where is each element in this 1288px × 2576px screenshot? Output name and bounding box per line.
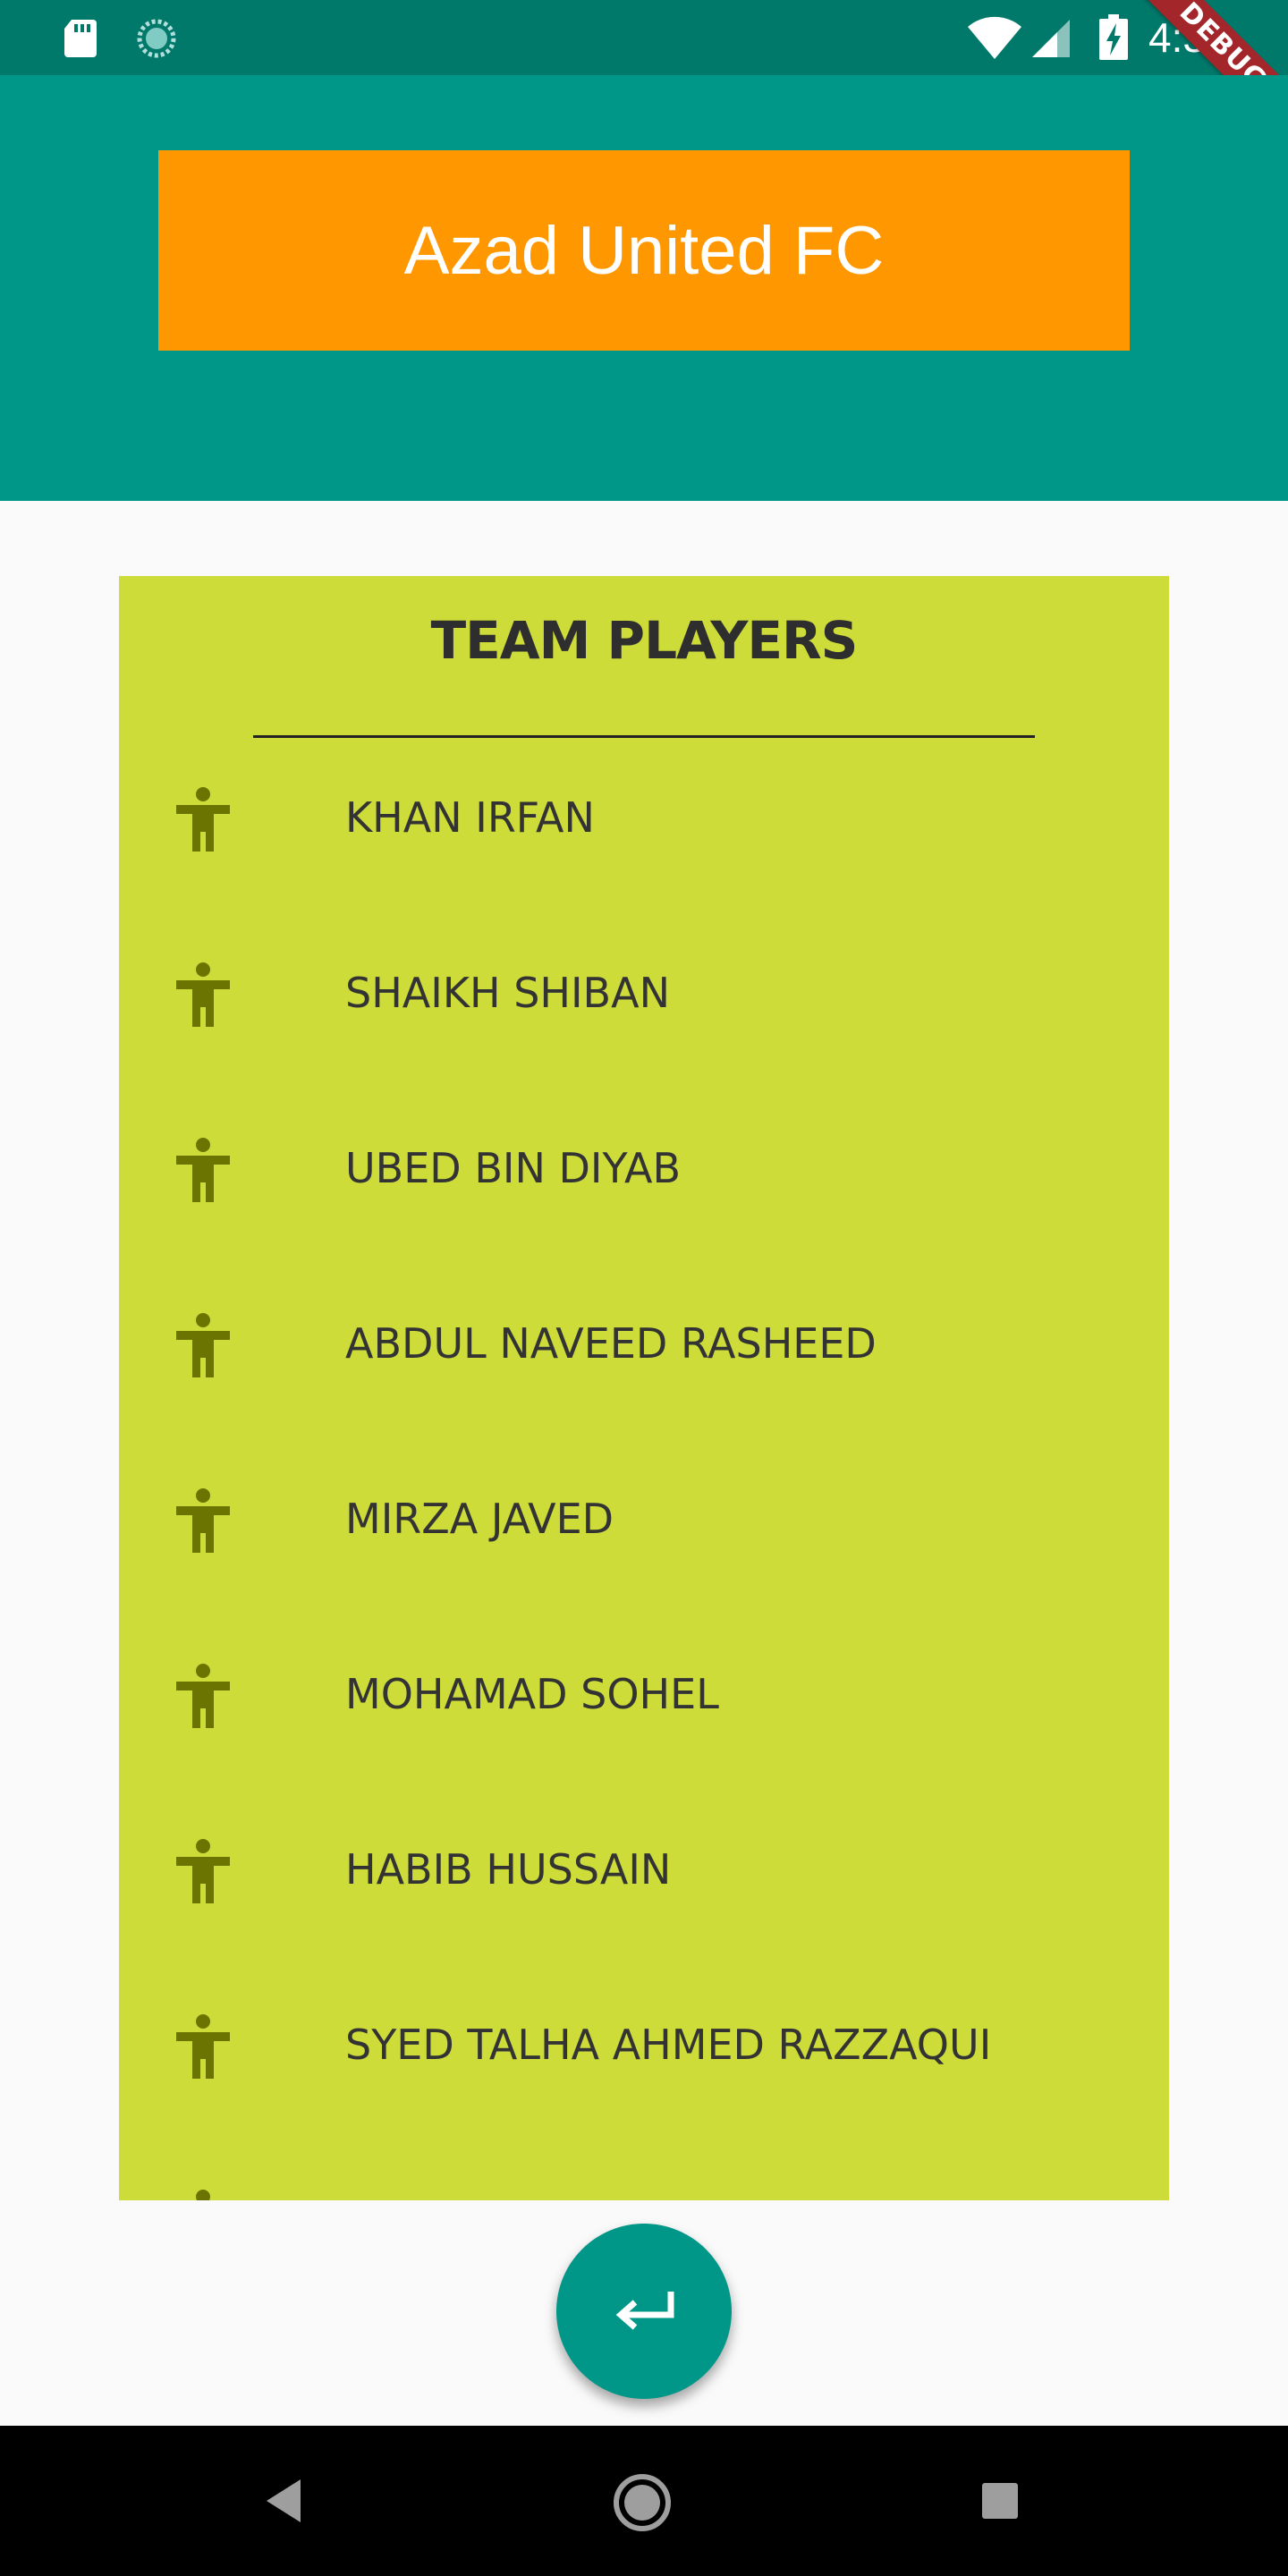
wifi-icon (968, 16, 1021, 59)
list-item[interactable]: UBED BIN DIYAB (119, 1102, 1169, 1277)
player-name: MIRZA JAVED (345, 1495, 614, 1543)
list-item[interactable]: ABDUL NAVEED RASHEED (119, 1277, 1169, 1453)
signal-icon (1032, 20, 1070, 57)
list-item[interactable]: HABIB HUSSAIN (119, 1803, 1169, 1979)
person-icon (176, 1839, 230, 1903)
person-icon (176, 962, 230, 1027)
list-item[interactable]: MOHAMAD SOHEL (119, 1628, 1169, 1803)
team-name-banner: Azad United FC (158, 150, 1130, 351)
card-title: TEAM PLAYERS (430, 610, 859, 671)
battery-charging-icon (1099, 14, 1128, 60)
player-name: SHAIKH SHIBAN (345, 969, 670, 1017)
person-icon (176, 1313, 230, 1377)
player-name: HABIB HUSSAIN (345, 1845, 672, 1894)
screen: 4:32 DEBUG Azad United FC TEAM PLAYERS K… (0, 0, 1288, 2576)
return-icon (615, 2292, 674, 2330)
sync-icon (137, 19, 176, 58)
person-icon (176, 1488, 230, 1553)
player-name: UBED BIN DIYAB (345, 1144, 682, 1192)
team-name: Azad United FC (403, 212, 885, 289)
list-item[interactable]: SHAIKH SHIBAN (119, 927, 1169, 1102)
team-players-card[interactable]: TEAM PLAYERS KHAN IRFAN SHAIKH SHIBAN UB… (119, 576, 1169, 2200)
player-name: SYED TALHA AHMED RAZZAQUI (345, 2021, 992, 2069)
recents-icon[interactable] (980, 2481, 1020, 2521)
home-icon[interactable] (612, 2472, 673, 2533)
list-item[interactable]: SYED TALHA AHMED RAZZAQUI (119, 1979, 1169, 2154)
list-item-partial[interactable] (119, 2154, 1169, 2200)
sd-card-icon (64, 20, 97, 57)
status-bar: 4:32 (0, 0, 1288, 75)
list-item[interactable]: MIRZA JAVED (119, 1453, 1169, 1628)
list-item[interactable]: KHAN IRFAN (119, 751, 1169, 927)
person-icon (176, 1138, 230, 1202)
title-divider (253, 735, 1035, 738)
player-list[interactable]: KHAN IRFAN SHAIKH SHIBAN UBED BIN DIYAB … (119, 751, 1169, 2200)
system-nav-bar (0, 2426, 1288, 2576)
return-fab-button[interactable] (556, 2224, 732, 2399)
person-icon (176, 1664, 230, 1728)
person-icon (176, 787, 230, 852)
player-name: MOHAMAD SOHEL (345, 1670, 719, 1718)
back-icon[interactable] (263, 2476, 304, 2526)
person-icon (196, 2190, 210, 2200)
player-name: ABDUL NAVEED RASHEED (345, 1319, 877, 1368)
person-icon (176, 2014, 230, 2079)
app-header: Azad United FC (0, 75, 1288, 501)
player-name: KHAN IRFAN (345, 793, 595, 842)
